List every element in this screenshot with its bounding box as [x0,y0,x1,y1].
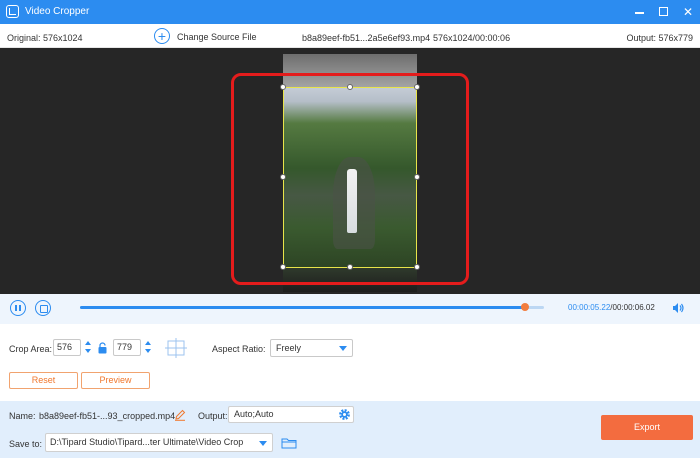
seek-thumb[interactable] [521,303,530,311]
original-resolution: Original: 576x1024 [7,33,83,43]
source-file-name: b8a89eef-fb51...2a5e6ef93.mp4 [302,33,431,43]
edit-pencil-icon[interactable] [174,409,186,421]
source-file-meta: 576x1024/00:00:06 [433,33,511,43]
seek-track[interactable] [80,306,544,309]
maximize-button[interactable] [656,4,672,20]
output-resolution: Output: 576x779 [626,33,693,43]
reset-button[interactable]: Reset [9,372,78,389]
gear-icon[interactable] [338,408,351,421]
info-bar: Original: 576x1024 + Change Source File … [0,24,700,48]
change-source-label[interactable]: Change Source File [177,32,257,42]
height-stepper[interactable] [144,339,152,356]
crop-area-label: Crop Area: [9,344,53,354]
highlight-box [231,73,469,285]
output-label: Output: [198,411,228,421]
save-path-dropdown-icon[interactable] [259,441,267,446]
crop-height-input[interactable]: 779 [113,339,141,356]
video-preview [0,48,700,294]
stop-button[interactable] [35,300,51,316]
playback-bar: 00:00:05.22/00:00:06.02 [0,294,700,324]
plus-circle-icon[interactable]: + [154,28,170,44]
output-format-field[interactable]: Auto;Auto [228,406,354,423]
title-bar: Video Cropper ✕ [0,0,700,24]
chevron-down-icon [339,346,347,351]
folder-icon[interactable] [281,437,297,449]
pause-button[interactable] [10,300,26,316]
preview-button[interactable]: Preview [81,372,150,389]
export-button[interactable]: Export [601,415,693,440]
time-display: 00:00:05.22/00:00:06.02 [568,303,655,312]
aspect-ratio-select[interactable]: Freely [270,339,353,357]
output-format-value: Auto;Auto [234,409,274,419]
close-button[interactable]: ✕ [680,4,696,20]
output-settings-bar: Name: b8a89eef-fb51-...93_cropped.mp4 Ou… [0,401,700,458]
center-crop-icon[interactable] [165,338,187,358]
aspect-ratio-value: Freely [276,343,302,353]
seek-progress [80,306,526,309]
current-time: 00:00:05.22 [568,303,611,312]
save-path-field[interactable]: D:\Tipard Studio\Tipard...ter Ultimate\V… [45,433,273,452]
crop-width-input[interactable]: 576 [53,339,81,356]
name-label: Name: [9,411,36,421]
crop-controls: Crop Area: 576 779 Aspect Ratio: Freely … [0,324,700,401]
aspect-ratio-label: Aspect Ratio: [212,344,266,354]
save-to-label: Save to: [9,439,43,449]
crop-app-icon [6,5,19,18]
lock-icon[interactable] [98,342,107,354]
minimize-button[interactable] [632,4,648,20]
window-title: Video Cropper [25,6,90,17]
total-time: 00:00:06.02 [612,303,655,312]
width-stepper[interactable] [84,339,92,356]
volume-icon[interactable] [671,301,685,315]
output-file-name: b8a89eef-fb51-...93_cropped.mp4 [39,411,176,421]
